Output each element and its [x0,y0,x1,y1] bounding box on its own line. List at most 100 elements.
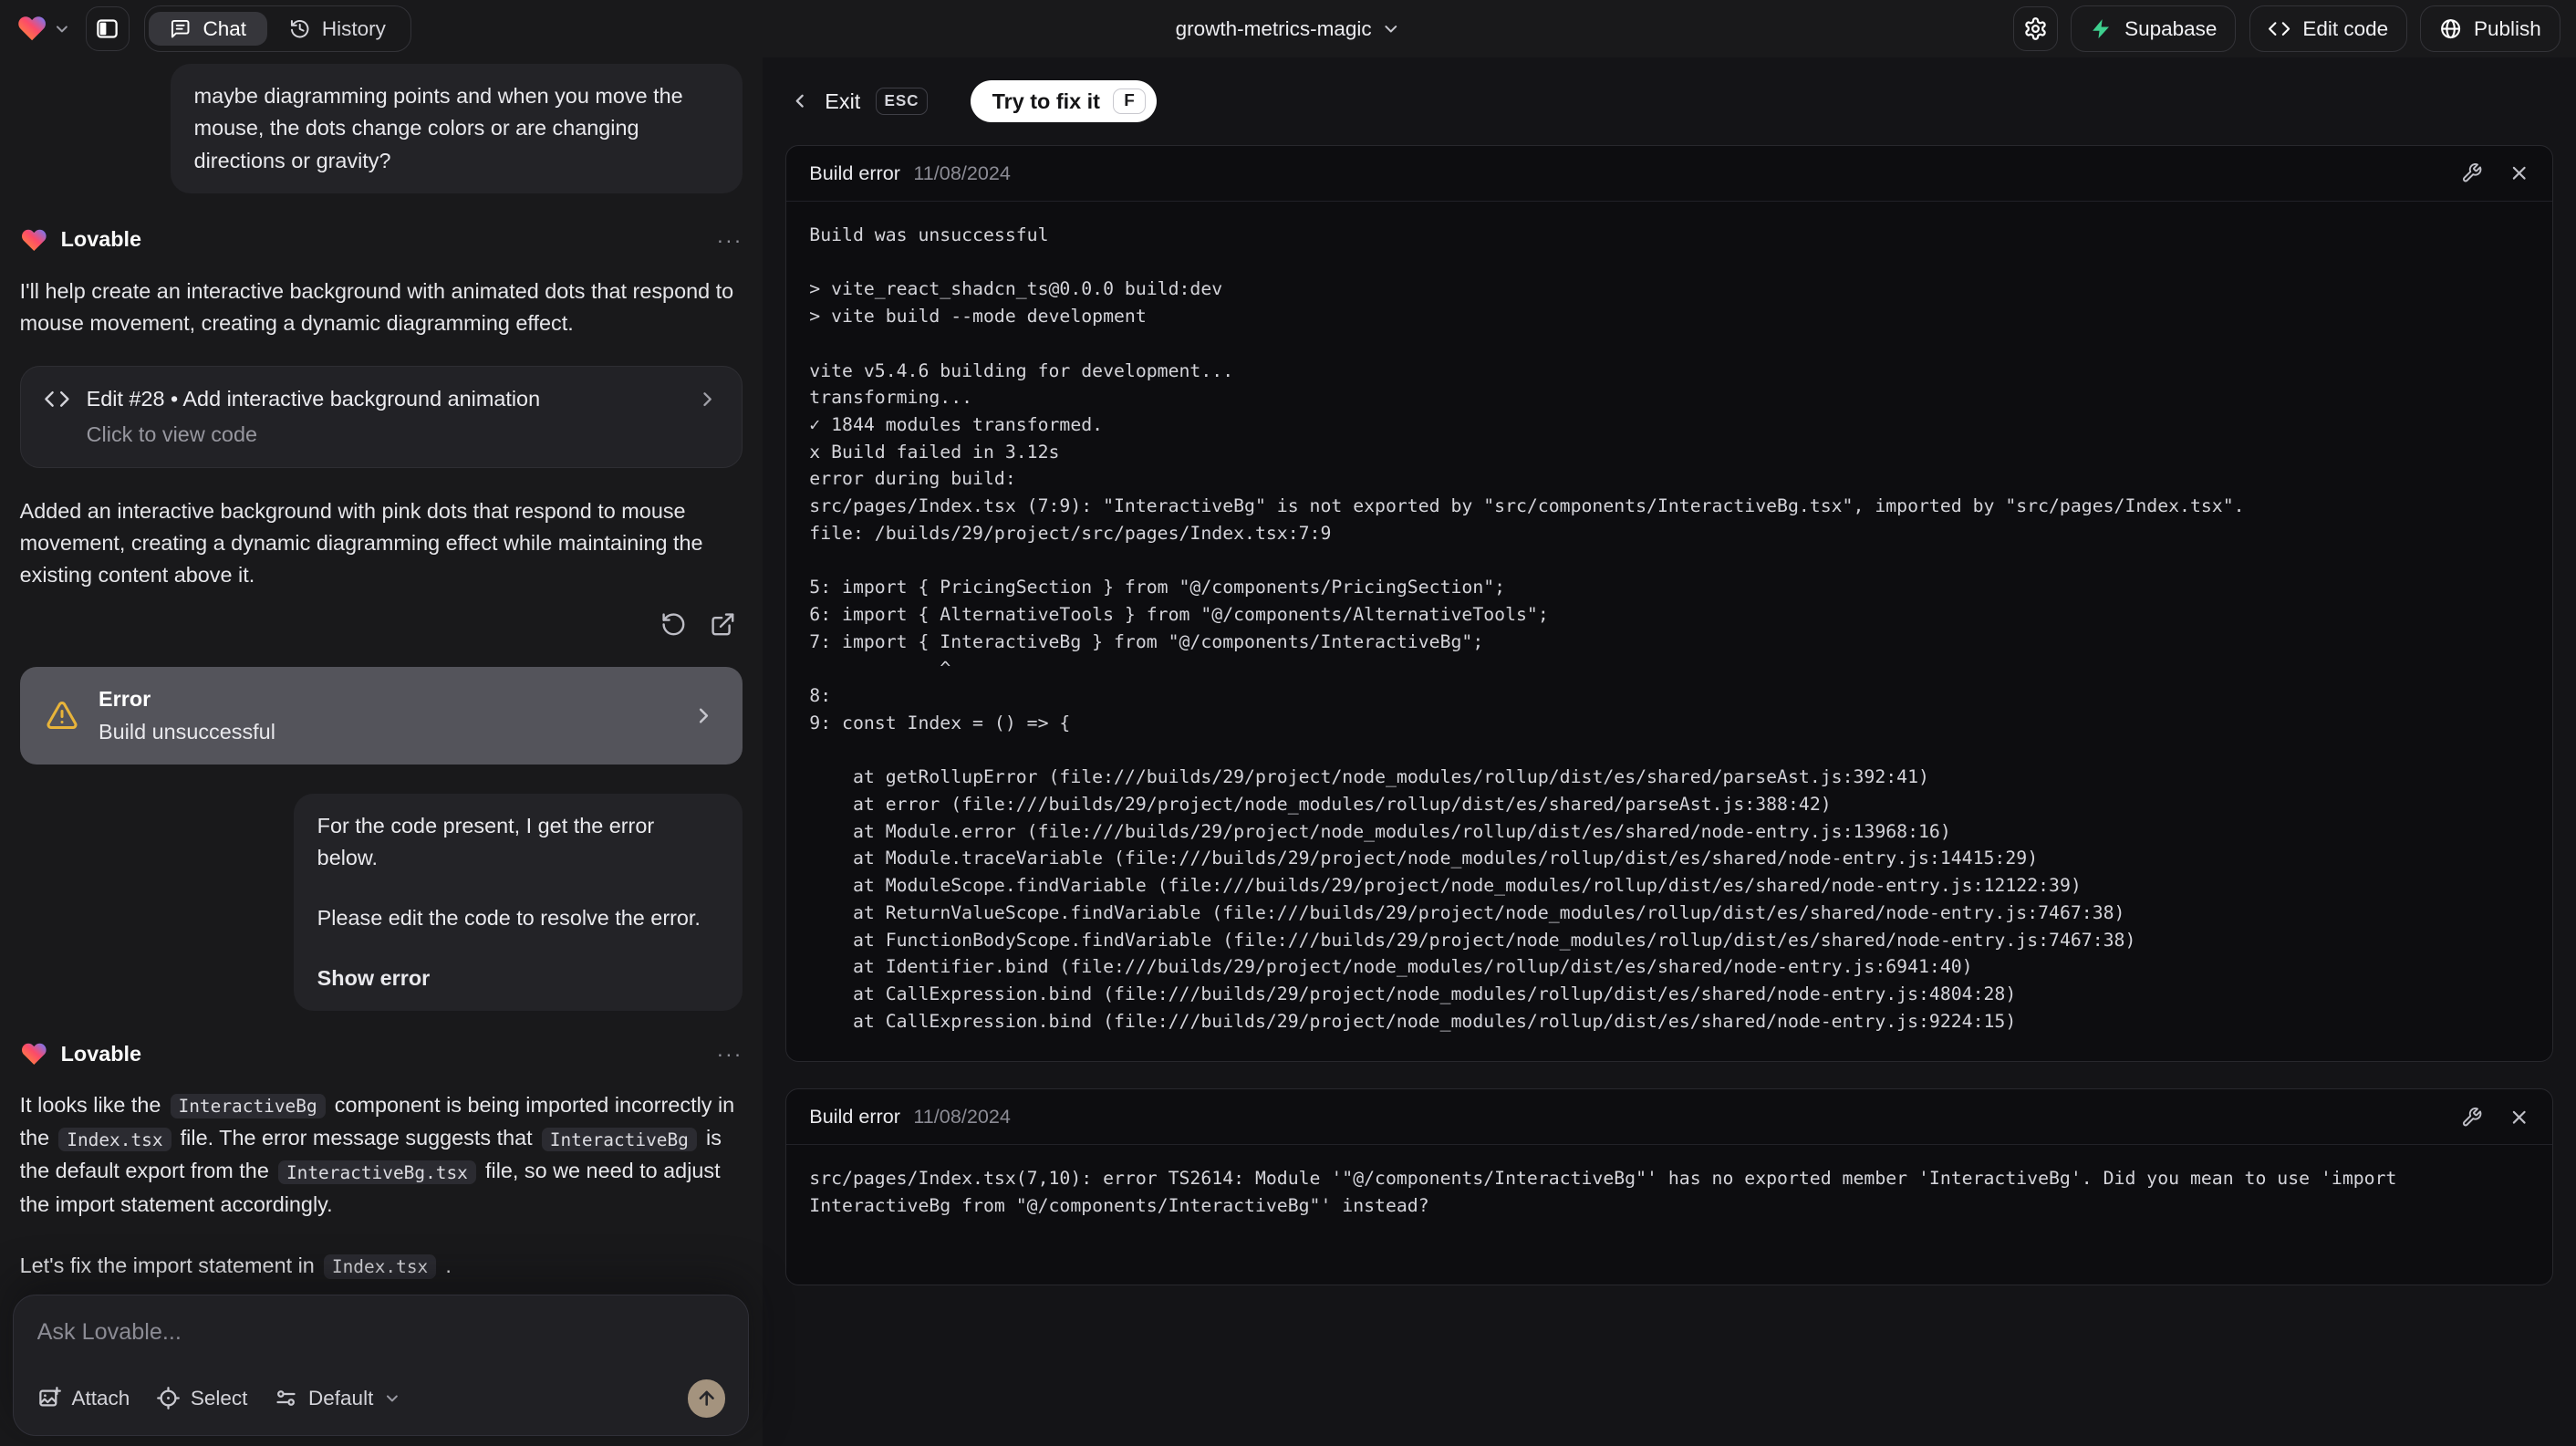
tab-chat[interactable]: Chat [149,12,268,46]
gear-icon [2023,16,2048,41]
project-switcher[interactable]: growth-metrics-magic [1176,17,1401,41]
esc-key-badge: ESC [875,88,929,115]
build-error-log: Build was unsuccessful > vite_react_shad… [809,224,2245,1032]
build-error-card[interactable]: Error Build unsuccessful [19,667,743,765]
chevron-right-icon [691,703,716,728]
close-icon[interactable] [2508,162,2529,183]
edit-card-title: Edit #28 • Add interactive background an… [86,387,541,411]
workspace-menu[interactable] [16,13,70,44]
edit-code-button[interactable]: Edit code [2249,5,2407,52]
build-error-date: 11/08/2024 [913,161,1011,185]
select-label: Select [190,1386,248,1410]
chevron-down-icon [53,20,71,38]
f-key-badge: F [1113,88,1146,114]
lovable-heart-logo-icon [16,13,47,44]
crosshair-icon [156,1386,181,1410]
build-error-date: 11/08/2024 [913,1105,1011,1129]
tab-history-label: History [321,16,386,40]
sidebar-toggle-button[interactable] [85,6,130,51]
tab-history[interactable]: History [267,12,407,46]
build-error-panel-1: Build error 11/08/2024 Build was unsucce… [785,145,2554,1063]
model-dropdown[interactable]: Default [274,1386,401,1410]
edit-card-subtitle: Click to view code [86,421,257,446]
error-card-subtitle: Build unsuccessful [99,719,275,744]
assistant-summary-text: Added an interactive background with pin… [19,499,703,588]
tab-chat-label: Chat [203,16,246,40]
user-message-line: For the code present, I get the error be… [317,814,655,870]
attach-button[interactable]: Attach [37,1386,130,1410]
edit-card-28[interactable]: Edit #28 • Add interactive background an… [19,365,743,468]
build-error-log: src/pages/Index.tsx(7,10): error TS2614:… [809,1167,2408,1216]
user-message: maybe diagramming points and when you mo… [171,64,743,193]
project-name: growth-metrics-magic [1175,16,1372,40]
globe-icon [2439,17,2462,40]
fix-wrench-icon[interactable] [2461,162,2482,183]
chat-bubble-icon [170,18,191,39]
show-error-label: Show error [317,965,431,990]
attach-label: Attach [71,1386,130,1410]
build-error-title: Build error [809,1105,900,1129]
open-external-icon[interactable] [710,611,736,638]
build-error-console[interactable]: src/pages/Index.tsx(7,10): error TS2614:… [786,1145,2552,1285]
message-more-icon[interactable]: ··· [716,229,743,250]
lovable-heart-icon [20,226,48,255]
chat-input[interactable] [36,1319,726,1347]
code-brackets-icon [2268,17,2290,40]
sliders-icon [274,1386,298,1410]
assistant-message-header: Lovable ··· [20,1040,743,1068]
error-card-title: Error [99,686,151,711]
chevron-down-icon [383,1389,401,1408]
assistant-fix-text-2: Let's fix the import statement in Index.… [19,1254,452,1279]
image-plus-icon [37,1386,62,1410]
arrow-up-icon [696,1388,717,1409]
select-button[interactable]: Select [156,1386,247,1410]
chat-messages-scroll-area: maybe diagramming points and when you mo… [0,57,763,1446]
top-bar: Chat History growth-metrics-magic Supaba… [0,0,2576,58]
assistant-name: Lovable [60,227,142,252]
history-clock-icon [289,18,310,39]
assistant-fix-text: It looks like the InteractiveBg componen… [19,1093,735,1216]
build-error-panel-header: Build error 11/08/2024 [786,146,2553,203]
supabase-label: Supabase [2124,16,2218,40]
chevron-down-icon [1381,19,1401,39]
panel-left-icon [95,16,119,41]
publish-label: Publish [2473,16,2541,40]
app-window: Chat History growth-metrics-magic Supaba… [0,0,2576,1446]
code-brackets-icon [44,386,70,412]
build-error-title: Build error [809,161,900,185]
supabase-bolt-icon [2090,17,2113,40]
chevron-right-icon [696,388,719,411]
build-error-panel-2: Build error 11/08/2024 src/pages/Index.t… [785,1088,2554,1286]
build-error-panel-header: Build error 11/08/2024 [786,1089,2553,1146]
mode-tab-group: Chat History [144,5,411,52]
exit-button[interactable]: Exit ESC [789,88,929,115]
assistant-intro-text: I'll help create an interactive backgrou… [19,278,734,335]
send-button[interactable] [687,1379,726,1418]
error-review-pane: Exit ESC Try to fix it F Build error 11/… [762,57,2576,1446]
exit-label: Exit [825,88,861,113]
user-message-line: Please edit the code to resolve the erro… [317,905,701,930]
try-to-fix-button[interactable]: Try to fix it F [971,80,1158,122]
retry-icon[interactable] [660,611,687,638]
lovable-heart-icon [20,1040,48,1068]
supabase-button[interactable]: Supabase [2071,5,2237,52]
settings-button[interactable] [2013,6,2059,51]
edit-code-label: Edit code [2302,16,2389,40]
message-actions [20,611,736,638]
chat-composer: Attach Select Default [13,1294,750,1437]
build-error-console[interactable]: Build was unsuccessful > vite_react_shad… [786,202,2552,1061]
publish-button[interactable]: Publish [2420,5,2560,52]
user-message-text: maybe diagramming points and when you mo… [193,84,683,172]
model-label: Default [308,1386,374,1410]
fix-header: Exit ESC Try to fix it F [789,80,2554,122]
warning-triangle-icon [46,699,78,732]
message-more-icon[interactable]: ··· [716,1044,743,1065]
user-message: For the code present, I get the error be… [294,794,743,1011]
assistant-name: Lovable [60,1041,142,1066]
close-icon[interactable] [2508,1107,2529,1128]
try-fix-label: Try to fix it [992,88,1100,113]
chat-panel: maybe diagramming points and when you mo… [0,57,763,1446]
chevron-left-icon [789,90,810,111]
fix-wrench-icon[interactable] [2461,1107,2482,1128]
assistant-message-header: Lovable ··· [20,226,743,255]
